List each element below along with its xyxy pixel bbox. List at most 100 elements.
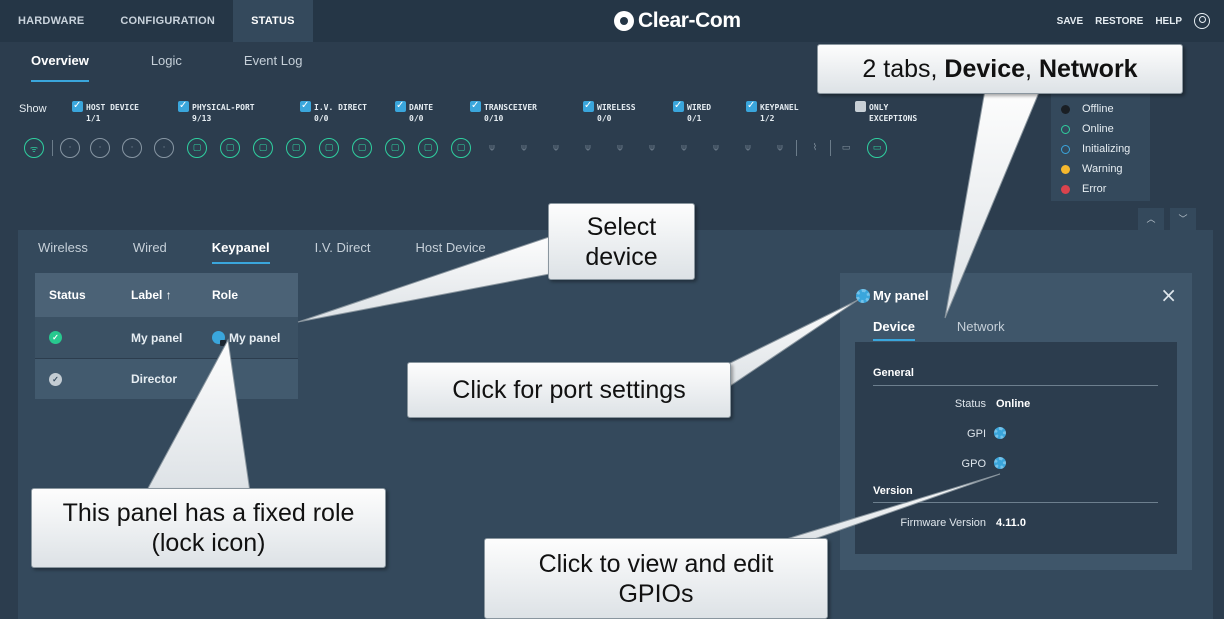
tab-configuration[interactable]: CONFIGURATION	[102, 0, 233, 42]
checkbox-icon[interactable]	[178, 100, 189, 112]
host-device-icon[interactable]: ᯤ	[24, 138, 44, 158]
port-icon[interactable]: ▢	[286, 138, 306, 158]
port-icon[interactable]: ▢	[451, 138, 471, 158]
checkbox-icon[interactable]	[673, 100, 684, 112]
checkbox-icon[interactable]	[395, 100, 406, 112]
section-general: General	[873, 367, 914, 379]
keypanel-icon[interactable]: ▭	[867, 138, 887, 158]
wired-icon[interactable]: ⌇	[805, 138, 825, 158]
port-icon[interactable]: ▢	[187, 138, 207, 158]
firmware-field: Firmware Version 4.11.0	[855, 517, 1026, 529]
tab-hardware[interactable]: HARDWARE	[0, 0, 102, 42]
chevron-down-icon[interactable]: ﹀	[1170, 208, 1196, 230]
online-check-icon: ✓	[49, 331, 62, 344]
detail-title-text: My panel	[873, 288, 929, 303]
tab-network[interactable]: Network	[957, 319, 1005, 341]
tab-keypanel[interactable]: Keypanel	[211, 230, 270, 264]
gear-lock-icon[interactable]	[212, 331, 226, 346]
filter-label: I.V. DIRECT	[314, 103, 367, 112]
port-icon[interactable]: ▢	[418, 138, 438, 158]
divider	[873, 385, 1158, 386]
transceiver-icon[interactable]: ⍦	[514, 138, 534, 158]
brand-name: Clear-Com	[638, 9, 741, 32]
filter-count: 0/1	[687, 114, 702, 123]
filter-host-device[interactable]: HOST DEVICE 1/1	[72, 100, 139, 124]
brand-logo: Clear-Com	[614, 9, 741, 33]
filter-iv-direct[interactable]: I.V. DIRECT 0/0	[300, 100, 367, 124]
filter-physical-port[interactable]: PHYSICAL-PORT 9/13	[178, 100, 255, 124]
transceiver-icon[interactable]: ⍦	[706, 138, 726, 158]
gpo-gear-icon[interactable]	[994, 457, 1006, 469]
port-settings-gear-icon[interactable]	[856, 288, 870, 303]
port-icon[interactable]: ▢	[319, 138, 339, 158]
tab-iv-direct[interactable]: I.V. Direct	[315, 230, 371, 266]
filter-label: KEYPANEL	[760, 103, 799, 112]
detail-body: General Status Online GPI GPO Version Fir…	[855, 342, 1177, 554]
filter-label: TRANSCEIVER	[484, 103, 537, 112]
divider	[873, 502, 1158, 503]
port-icon[interactable]: ·	[154, 138, 174, 158]
table-row[interactable]: ✓ My panel My panel	[35, 317, 298, 358]
help-button[interactable]: HELP	[1155, 16, 1182, 27]
port-icon[interactable]: ▢	[385, 138, 405, 158]
port-icon[interactable]: ▢	[352, 138, 372, 158]
column-status[interactable]: Status	[35, 288, 113, 302]
transceiver-icon[interactable]: ⍦	[578, 138, 598, 158]
callout-text: 2 tabs, Device, Network	[862, 55, 1137, 84]
port-icon[interactable]: ·	[60, 138, 80, 158]
legend-offline: Offline	[1061, 99, 1150, 119]
tab-status[interactable]: STATUS	[233, 0, 313, 42]
tab-device[interactable]: Device	[873, 319, 915, 341]
close-icon[interactable]: ×	[1160, 283, 1177, 307]
tab-overview[interactable]: Overview	[31, 42, 89, 82]
collapse-buttons: ︿ ﹀	[1138, 208, 1196, 230]
save-button[interactable]: SAVE	[1057, 16, 1084, 27]
filter-wired[interactable]: WIRED 0/1	[673, 100, 712, 124]
filter-count: 1/1	[86, 114, 101, 123]
filter-keypanel[interactable]: KEYPANEL 1/2	[746, 100, 799, 124]
online-dot-icon	[1061, 124, 1070, 134]
filter-label: WIRED	[687, 103, 712, 112]
restore-button[interactable]: RESTORE	[1095, 16, 1143, 27]
role-cell: My panel	[195, 331, 298, 346]
tab-wired[interactable]: Wired	[133, 230, 167, 266]
checkbox-icon[interactable]	[746, 100, 757, 112]
port-icon[interactable]: ▢	[253, 138, 273, 158]
filter-dante[interactable]: DANTE 0/0	[395, 100, 433, 124]
port-icon[interactable]: ·	[90, 138, 110, 158]
tab-host-device[interactable]: Host Device	[415, 230, 485, 266]
transceiver-icon[interactable]: ⍦	[770, 138, 790, 158]
checkbox-icon[interactable]	[72, 100, 83, 112]
callout-text: Click for port settings	[452, 375, 686, 404]
transceiver-icon[interactable]: ⍦	[738, 138, 758, 158]
port-icon[interactable]: ·	[122, 138, 142, 158]
keypanel-icon[interactable]: ▭	[836, 138, 856, 158]
keypanel-table: Status Label ↑ Role ✓ My panel My panel …	[35, 273, 298, 399]
checkbox-icon[interactable]	[300, 100, 311, 112]
transceiver-icon[interactable]: ⍦	[482, 138, 502, 158]
filter-wireless[interactable]: WIRELESS 0/0	[583, 100, 636, 124]
table-row[interactable]: ✓ Director	[35, 358, 298, 399]
filter-count: 0/10	[484, 114, 504, 123]
column-label[interactable]: Label ↑	[113, 288, 195, 302]
transceiver-icon[interactable]: ⍦	[674, 138, 694, 158]
callout-tabs: 2 tabs, Device, Network	[817, 44, 1183, 94]
status-key: Status	[954, 398, 986, 410]
port-icon[interactable]: ▢	[220, 138, 240, 158]
transceiver-icon[interactable]: ⍦	[642, 138, 662, 158]
transceiver-icon[interactable]: ⍦	[610, 138, 630, 158]
tab-logic[interactable]: Logic	[120, 42, 213, 82]
checkbox-icon[interactable]	[470, 100, 481, 112]
chevron-up-icon[interactable]: ︿	[1138, 208, 1164, 230]
user-icon[interactable]	[1194, 13, 1210, 29]
tab-wireless[interactable]: Wireless	[38, 230, 88, 266]
initializing-dot-icon	[1061, 144, 1070, 154]
tab-event-log[interactable]: Event Log	[213, 42, 334, 82]
column-role[interactable]: Role	[195, 288, 298, 302]
filter-only-exceptions[interactable]: ONLY EXCEPTIONS	[855, 101, 917, 124]
checkbox-icon[interactable]	[583, 100, 594, 112]
filter-transceiver[interactable]: TRANSCEIVER 0/10	[470, 100, 537, 124]
checkbox-icon[interactable]	[855, 101, 866, 112]
transceiver-icon[interactable]: ⍦	[546, 138, 566, 158]
gpi-gear-icon[interactable]	[994, 427, 1006, 439]
